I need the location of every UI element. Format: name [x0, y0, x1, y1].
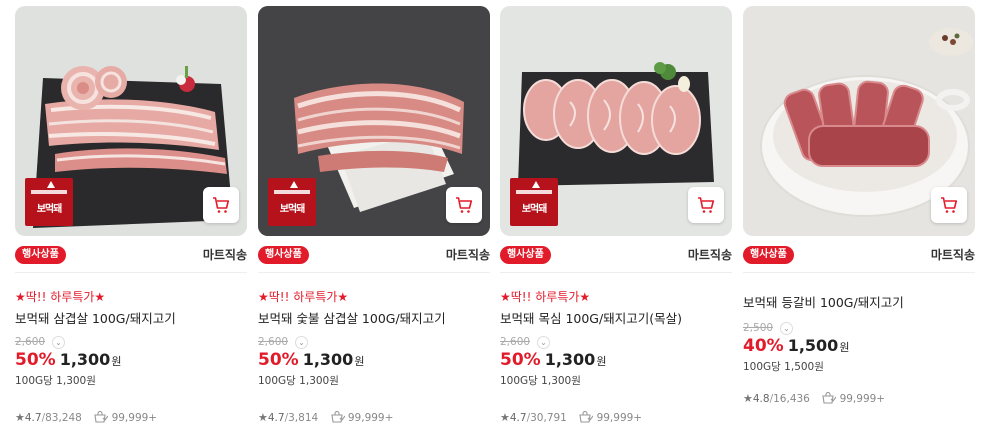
original-price: 2,600 — [258, 336, 289, 348]
product-image[interactable]: 보먹돼 — [15, 6, 247, 236]
divider — [15, 272, 247, 273]
shipping-label: 마트직송 — [930, 248, 975, 262]
cart-icon — [213, 197, 230, 213]
rating-row: ★4.7/30,791 99,999+ — [500, 411, 643, 424]
sold-count: 99,999+ — [111, 412, 158, 424]
divider — [743, 272, 975, 273]
star-icon: ★ — [258, 411, 268, 424]
chevron-down-icon[interactable]: ⌄ — [295, 336, 308, 349]
star-icon: ★ — [15, 411, 25, 424]
sold-count: 99,999+ — [839, 393, 886, 405]
product-image[interactable]: 보먹돼 — [500, 6, 732, 236]
currency-won: 원 — [111, 355, 122, 368]
shipping-label: 마트직송 — [687, 248, 732, 262]
price-row: 50% 1,300원 — [15, 350, 121, 372]
unit-price: 100G당 1,300원 — [15, 375, 96, 387]
rating-row: ★4.8/16,436 99,999+ — [743, 392, 886, 405]
shipping-label: 마트직송 — [202, 248, 247, 262]
original-price: 2,600 — [15, 336, 46, 348]
review-count: 83,248 — [45, 412, 82, 424]
event-badge: 행사상품 — [15, 246, 66, 264]
cart-icon — [456, 197, 473, 213]
divider — [258, 272, 490, 273]
product-title[interactable]: 보먹돼 삼겹살 100G/돼지고기 — [15, 310, 176, 327]
currency-won: 원 — [596, 355, 607, 368]
rating-value: 4.7 — [24, 412, 42, 424]
event-badge: 행사상품 — [258, 246, 309, 264]
unit-price: 100G당 1,300원 — [258, 375, 339, 387]
rating-row: ★4.7/3,814 99,999+ — [258, 411, 394, 424]
sale-price: 1,300 — [544, 350, 596, 369]
star-icon: ★ — [743, 392, 753, 405]
sold-count-icon — [330, 411, 345, 423]
promo-text: ★딱!! 하루특가★ — [15, 290, 106, 304]
price-row: 50% 1,300원 — [500, 350, 606, 372]
product-card[interactable]: 보먹돼 행사상품 마트직송 ★딱!! 하루특가★ 보먹돼 숯불 삼겹살 100G… — [258, 6, 490, 426]
brand-logo: 보먹돼 — [268, 178, 316, 226]
currency-won: 원 — [354, 355, 365, 368]
sale-price: 1,300 — [59, 350, 111, 369]
promo-text: ★딱!! 하루특가★ — [258, 290, 349, 304]
brand-logo: 보먹돼 — [25, 178, 73, 226]
unit-price: 100G당 1,500원 — [743, 361, 824, 373]
currency-won: 원 — [839, 341, 850, 354]
divider — [500, 272, 732, 273]
rating-value: 4.7 — [267, 412, 285, 424]
sale-price: 1,300 — [302, 350, 354, 369]
add-to-cart-button[interactable] — [931, 187, 967, 223]
original-price: 2,600 — [500, 336, 531, 348]
product-title[interactable]: 보먹돼 등갈비 100G/돼지고기 — [743, 294, 904, 311]
product-title[interactable]: 보먹돼 숯불 삼겹살 100G/돼지고기 — [258, 310, 446, 327]
sold-count-icon — [94, 411, 109, 423]
add-to-cart-button[interactable] — [446, 187, 482, 223]
brand-logo: 보먹돼 — [510, 178, 558, 226]
review-count: 3,814 — [288, 412, 319, 424]
sold-count: 99,999+ — [347, 412, 394, 424]
price-row: 50% 1,300원 — [258, 350, 364, 372]
event-badge: 행사상품 — [500, 246, 551, 264]
sold-count-icon — [579, 411, 594, 423]
sold-count-icon — [822, 392, 837, 404]
discount-rate: 50% — [258, 350, 299, 370]
rating-row: ★4.7/83,248 99,999+ — [15, 411, 158, 424]
shipping-label: 마트직송 — [445, 248, 490, 262]
rating-value: 4.7 — [509, 412, 527, 424]
sale-price: 1,500 — [787, 336, 839, 355]
chevron-down-icon[interactable]: ⌄ — [52, 336, 65, 349]
product-image[interactable]: 보먹돼 — [258, 6, 490, 236]
chevron-down-icon[interactable]: ⌄ — [780, 322, 793, 335]
original-price: 2,500 — [743, 322, 774, 334]
add-to-cart-button[interactable] — [203, 187, 239, 223]
product-image[interactable] — [743, 6, 975, 236]
review-count: 16,436 — [773, 393, 810, 405]
event-badge: 행사상품 — [743, 246, 794, 264]
product-card[interactable]: 행사상품 마트직송 보먹돼 등갈비 100G/돼지고기 2,500 ⌄ 40% 1… — [743, 6, 975, 426]
product-card[interactable]: 보먹돼 행사상품 마트직송 ★딱!! 하루특가★ 보먹돼 삼겹살 100G/돼지… — [15, 6, 247, 426]
discount-rate: 40% — [743, 336, 784, 356]
promo-text: ★딱!! 하루특가★ — [500, 290, 591, 304]
product-grid: 보먹돼 행사상품 마트직송 ★딱!! 하루특가★ 보먹돼 삼겹살 100G/돼지… — [0, 0, 983, 428]
sold-count: 99,999+ — [596, 412, 643, 424]
cart-icon — [698, 197, 715, 213]
cart-icon — [941, 197, 958, 213]
rating-value: 4.8 — [752, 393, 770, 405]
add-to-cart-button[interactable] — [688, 187, 724, 223]
unit-price: 100G당 1,300원 — [500, 375, 581, 387]
product-title[interactable]: 보먹돼 목심 100G/돼지고기(목살) — [500, 310, 682, 327]
review-count: 30,791 — [530, 412, 567, 424]
price-row: 40% 1,500원 — [743, 336, 849, 358]
product-card[interactable]: 보먹돼 행사상품 마트직송 ★딱!! 하루특가★ 보먹돼 목심 100G/돼지고… — [500, 6, 732, 426]
discount-rate: 50% — [500, 350, 541, 370]
chevron-down-icon[interactable]: ⌄ — [537, 336, 550, 349]
star-icon: ★ — [500, 411, 510, 424]
discount-rate: 50% — [15, 350, 56, 370]
